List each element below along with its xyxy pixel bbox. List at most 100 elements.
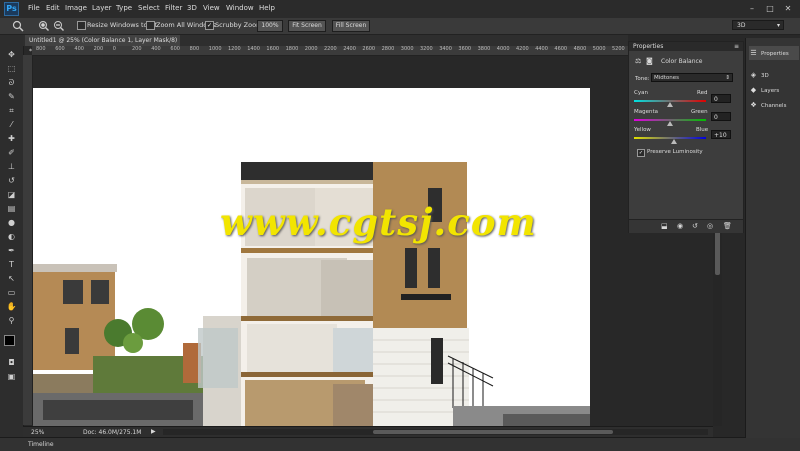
chevron-down-icon: ▾ bbox=[776, 22, 780, 29]
clip-to-layer-icon[interactable]: ⬓ bbox=[661, 222, 668, 230]
screen-mode-icon[interactable]: ▣ bbox=[6, 371, 17, 382]
timeline-panel[interactable]: Timeline bbox=[0, 437, 800, 451]
ruler-tick-label: 400 bbox=[151, 46, 161, 52]
pen-tool-icon[interactable]: ✒ bbox=[6, 245, 17, 256]
dodge-tool-icon[interactable]: ◐ bbox=[6, 231, 17, 242]
menu-window[interactable]: Window bbox=[226, 4, 254, 12]
dock-item-label: Channels bbox=[761, 103, 787, 109]
close-button[interactable]: ✕ bbox=[782, 3, 794, 14]
properties-panel: Properties ≡ ⚖ ◙ Color Balance Tone: Midt… bbox=[628, 41, 744, 233]
menu-edit[interactable]: Edit bbox=[46, 4, 60, 12]
fit-screen-button[interactable]: Fit Screen bbox=[288, 20, 326, 32]
tone-select[interactable]: Midtones ⇕ bbox=[651, 73, 733, 82]
zoom-100-button[interactable]: 100% bbox=[257, 20, 283, 32]
preserve-luminosity-checkbox[interactable]: ✓ bbox=[637, 149, 645, 157]
properties-footer: ⬓ ◉ ↺ ◎ 🗑 bbox=[629, 219, 743, 233]
ruler-tick-label: 2600 bbox=[362, 46, 376, 52]
properties-panel-header: Properties ≡ bbox=[629, 42, 743, 51]
view-previous-icon[interactable]: ◉ bbox=[677, 222, 683, 230]
document-canvas[interactable] bbox=[33, 88, 590, 426]
move-tool-icon[interactable]: ✥ bbox=[6, 49, 17, 60]
dock-item-label: Layers bbox=[761, 88, 780, 94]
brush-tool-icon[interactable]: ✐ bbox=[6, 147, 17, 158]
menu-file[interactable]: File bbox=[28, 4, 40, 12]
trash-icon[interactable]: 🗑 bbox=[723, 222, 732, 230]
menu-help[interactable]: Help bbox=[259, 4, 275, 12]
quick-select-tool-icon[interactable]: ✎ bbox=[6, 91, 17, 102]
horizontal-scroll-thumb[interactable] bbox=[373, 430, 613, 434]
ruler-tick-label: 3200 bbox=[420, 46, 433, 52]
ruler-tick-label: 4600 bbox=[554, 46, 568, 52]
quick-mask-icon[interactable]: ◘ bbox=[6, 357, 17, 368]
ruler-tick-label: 200 bbox=[93, 46, 104, 52]
dock-item-properties[interactable]: ☰ Properties bbox=[749, 46, 799, 60]
menu-3d[interactable]: 3D bbox=[187, 4, 197, 12]
cyan-red-value[interactable]: 0 bbox=[711, 94, 731, 103]
clone-stamp-tool-icon[interactable]: ⊥ bbox=[6, 161, 17, 172]
mask-icon[interactable]: ◙ bbox=[646, 57, 653, 65]
adjustment-name: Color Balance bbox=[661, 58, 703, 65]
eyedropper-tool-icon[interactable]: ⁄ bbox=[6, 119, 17, 130]
cyan-red-slider-knob[interactable] bbox=[667, 102, 673, 107]
gradient-tool-icon[interactable]: ▤ bbox=[6, 203, 17, 214]
panel-menu-icon[interactable]: ≡ bbox=[734, 42, 739, 51]
blue-label: Blue bbox=[696, 127, 709, 133]
eraser-tool-icon[interactable]: ◪ bbox=[6, 189, 17, 200]
ruler-tick-label: 3800 bbox=[477, 46, 491, 52]
zoom-tool-icon[interactable] bbox=[12, 20, 26, 32]
dock-item-channels[interactable]: ❖ Channels bbox=[749, 98, 799, 112]
green-label: Green bbox=[691, 109, 708, 115]
watermark-text: www.cgtsj.com bbox=[220, 200, 537, 244]
channels-icon: ❖ bbox=[750, 101, 757, 109]
resize-windows-checkbox[interactable] bbox=[77, 21, 86, 30]
magenta-green-slider-knob[interactable] bbox=[667, 121, 673, 126]
dock-item-3d[interactable]: ◈ 3D bbox=[749, 68, 799, 82]
blur-tool-icon[interactable]: ● bbox=[6, 217, 17, 228]
marquee-tool-icon[interactable]: ⬚ bbox=[6, 63, 17, 74]
shape-tool-icon[interactable]: ▭ bbox=[6, 287, 17, 298]
visibility-eye-icon[interactable]: ◎ bbox=[707, 222, 713, 230]
ruler-tick-label: 5200 bbox=[612, 46, 625, 52]
crop-tool-icon[interactable]: ⌗ bbox=[6, 105, 17, 116]
zoom-tool-panel-icon[interactable]: ⚲ bbox=[6, 315, 17, 326]
zoom-all-checkbox[interactable] bbox=[146, 21, 155, 30]
vertical-scroll-thumb[interactable] bbox=[715, 230, 720, 275]
hand-tool-icon[interactable]: ✋ bbox=[6, 301, 17, 312]
menu-layer[interactable]: Layer bbox=[92, 4, 112, 12]
zoom-out-icon[interactable] bbox=[53, 20, 65, 32]
history-brush-tool-icon[interactable]: ↺ bbox=[6, 175, 17, 186]
yellow-blue-value[interactable]: +10 bbox=[711, 130, 731, 139]
photoshop-logo: Ps bbox=[4, 2, 19, 16]
menu-bar: Ps File Edit Image Layer Type Select Fil… bbox=[0, 0, 800, 19]
document-tab[interactable]: Untitled1 @ 25% (Color Balance 1, Layer … bbox=[25, 35, 180, 55]
magenta-green-value[interactable]: 0 bbox=[711, 112, 731, 121]
zoom-in-icon[interactable] bbox=[38, 20, 50, 32]
reset-icon[interactable]: ↺ bbox=[692, 222, 698, 230]
workspace-select[interactable]: 3D ▾ bbox=[732, 20, 784, 30]
zoom-level[interactable]: 25% bbox=[31, 429, 44, 436]
ruler-tick-label: 1800 bbox=[285, 46, 299, 52]
panel-dock: ☰ Properties ◈ 3D ◆ Layers ❖ Channels bbox=[745, 38, 800, 438]
ruler-tick-label: 4800 bbox=[573, 46, 587, 52]
foreground-color-swatch[interactable] bbox=[4, 335, 15, 346]
path-select-tool-icon[interactable]: ↖ bbox=[6, 273, 17, 284]
lasso-tool-icon[interactable]: ᘐ bbox=[6, 77, 17, 88]
type-tool-icon[interactable]: T bbox=[6, 259, 17, 270]
menu-select[interactable]: Select bbox=[138, 4, 160, 12]
healing-brush-tool-icon[interactable]: ✚ bbox=[6, 133, 17, 144]
ruler-tick-label: 800 bbox=[189, 46, 200, 52]
tone-value: Midtones bbox=[654, 75, 680, 81]
status-menu-arrow-icon[interactable]: ▶ bbox=[151, 428, 156, 435]
menu-type[interactable]: Type bbox=[116, 4, 132, 12]
dock-item-layers[interactable]: ◆ Layers bbox=[749, 83, 799, 97]
ruler-tick-label: 2000 bbox=[304, 46, 318, 52]
yellow-blue-slider-knob[interactable] bbox=[670, 139, 677, 144]
menu-view[interactable]: View bbox=[203, 4, 220, 12]
menu-filter[interactable]: Filter bbox=[165, 4, 182, 12]
fill-screen-button[interactable]: Fill Screen bbox=[332, 20, 370, 32]
menu-image[interactable]: Image bbox=[65, 4, 87, 12]
maximize-button[interactable]: □ bbox=[764, 3, 776, 14]
minimize-button[interactable]: – bbox=[746, 3, 758, 14]
ruler-tick-label: 1200 bbox=[228, 46, 241, 52]
scrubby-zoom-checkbox[interactable]: ✓ bbox=[205, 21, 214, 30]
